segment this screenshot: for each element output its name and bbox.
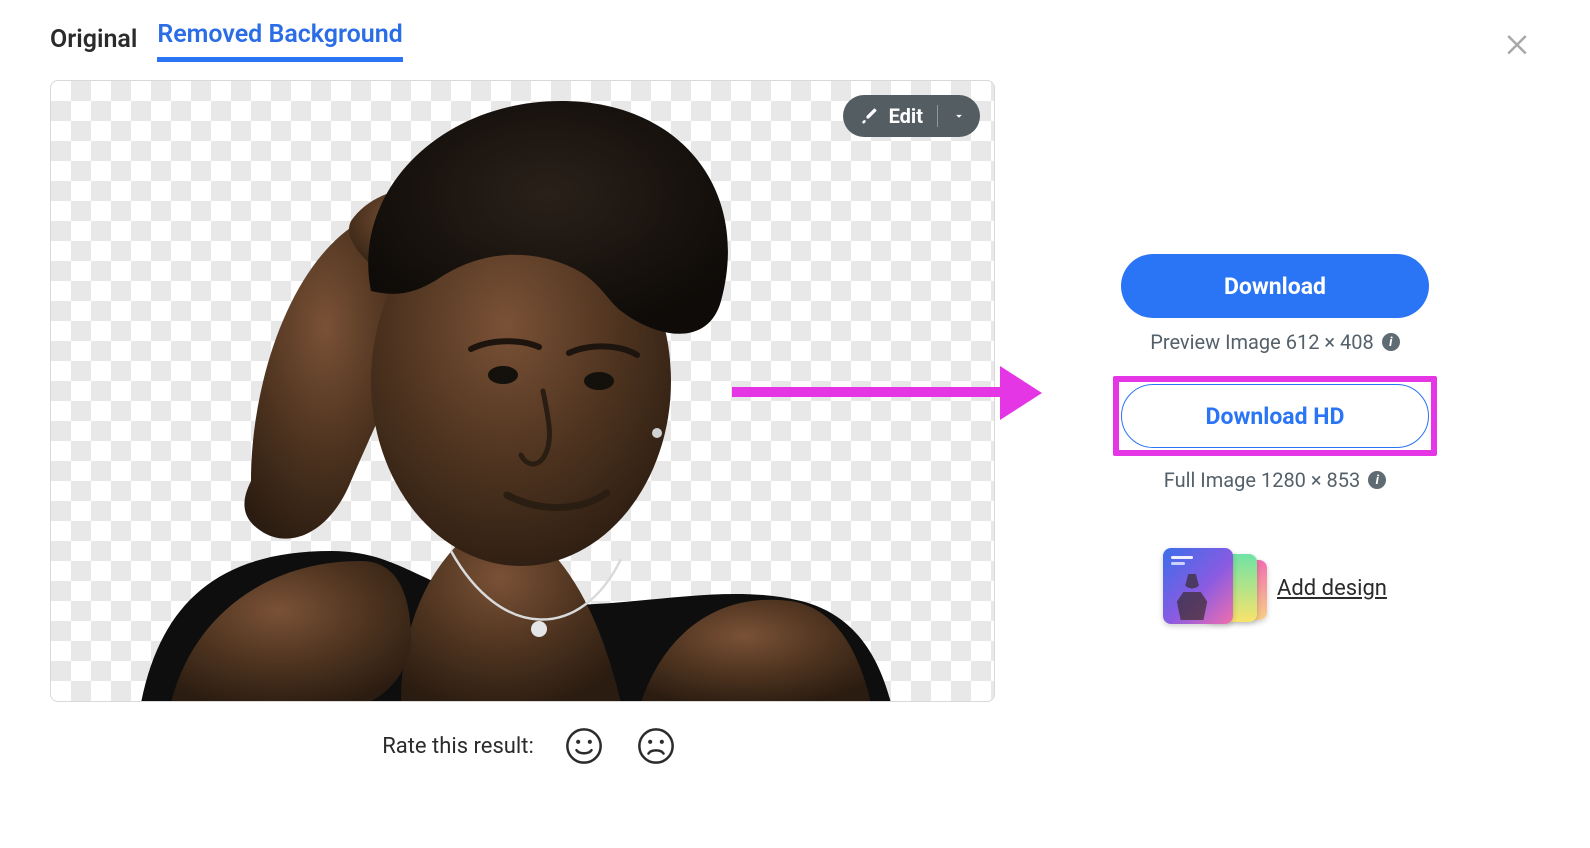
- full-size-text: Full Image 1280 × 853 i: [1164, 468, 1386, 492]
- close-icon[interactable]: [1502, 28, 1532, 58]
- info-icon[interactable]: i: [1382, 333, 1400, 351]
- smile-icon: [564, 726, 604, 766]
- download-button[interactable]: Download: [1121, 254, 1429, 318]
- download-hd-highlight: Download HD: [1113, 376, 1437, 456]
- rating-row: Rate this result:: [50, 724, 1010, 768]
- brush-icon: [859, 106, 879, 126]
- download-button-label: Download: [1224, 273, 1326, 300]
- add-design-label: Add design: [1277, 576, 1387, 601]
- frown-icon: [636, 726, 676, 766]
- tab-removed-background[interactable]: Removed Background: [157, 20, 402, 62]
- full-size-value: Full Image 1280 × 853: [1164, 468, 1360, 492]
- rate-happy-button[interactable]: [562, 724, 606, 768]
- rating-prompt: Rate this result:: [382, 734, 534, 759]
- info-icon[interactable]: i: [1368, 471, 1386, 489]
- preview-size-value: Preview Image 612 × 408: [1150, 330, 1374, 354]
- design-thumbnails-icon: [1163, 548, 1259, 628]
- tab-original[interactable]: Original: [50, 25, 137, 62]
- download-hd-button-label: Download HD: [1206, 403, 1345, 430]
- divider: [937, 105, 938, 127]
- add-design-button[interactable]: Add design: [1163, 548, 1387, 628]
- edit-button[interactable]: Edit: [843, 95, 980, 137]
- tabs: Original Removed Background: [50, 20, 1010, 62]
- preview-size-text: Preview Image 612 × 408 i: [1150, 330, 1400, 354]
- download-hd-button[interactable]: Download HD: [1121, 384, 1429, 448]
- rate-sad-button[interactable]: [634, 724, 678, 768]
- chevron-down-icon: [952, 109, 966, 123]
- edit-button-label: Edit: [889, 104, 923, 128]
